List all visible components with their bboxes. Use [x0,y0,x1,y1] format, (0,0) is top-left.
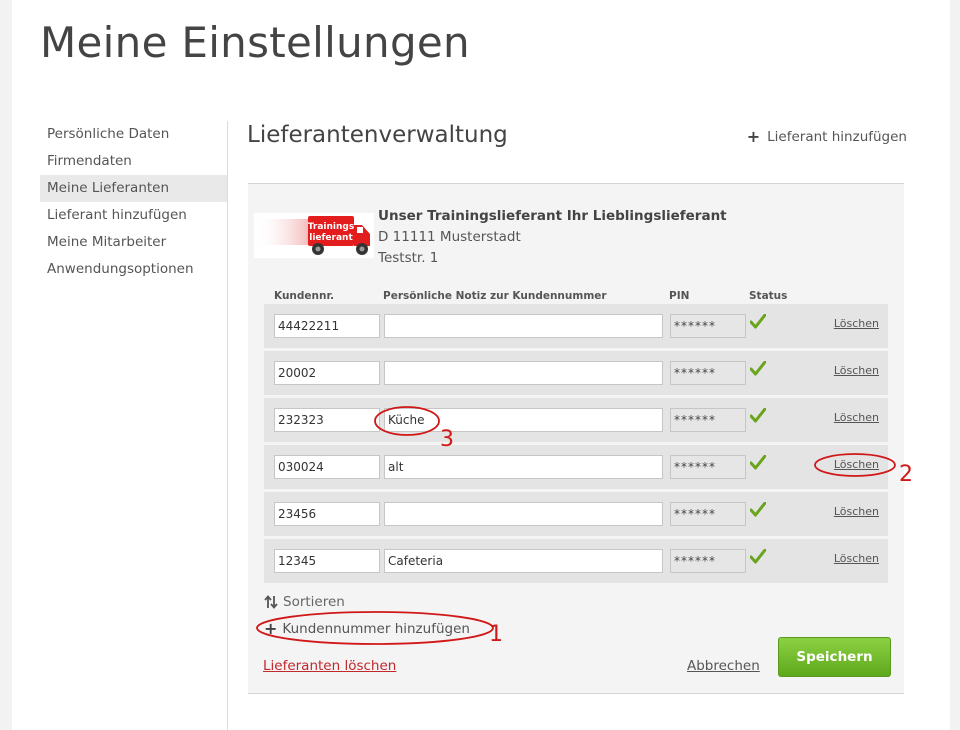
column-header-kundennr: Kundennr. [274,290,335,302]
supplier-address-line2: Teststr. 1 [378,250,439,266]
pin-field[interactable]: ****** [670,361,746,385]
add-supplier-label: Lieferant hinzufügen [767,128,907,145]
note-input[interactable]: Cafeteria [384,549,663,573]
supplier-info: Unser Trainingslieferant Ihr Lieblingsli… [378,206,727,269]
delete-link[interactable]: Löschen [834,458,879,471]
status-check-icon [750,549,766,564]
supplier-logo: Trainings lieferant [254,213,374,258]
sidebar-item-add-supplier[interactable]: Lieferant hinzufügen [40,202,227,229]
page-title: Meine Einstellungen [40,18,470,67]
pin-field[interactable]: ****** [670,408,746,432]
note-input[interactable] [384,314,663,338]
sort-link[interactable]: Sortieren [264,594,345,610]
table-row: 23456 ****** Löschen [264,492,888,536]
sidebar-divider [227,121,228,730]
supplier-panel: Trainings lieferant Unser Trainingsliefe… [248,183,904,694]
status-check-icon [750,314,766,329]
cancel-link[interactable]: Abbrechen [687,658,760,674]
status-check-icon [750,502,766,517]
delete-link[interactable]: Löschen [834,411,879,424]
customer-number-input[interactable]: 44422211 [274,314,380,338]
delete-link[interactable]: Löschen [834,317,879,330]
add-customer-number-link[interactable]: + Kundennummer hinzufügen [264,619,470,638]
pin-field[interactable]: ****** [670,549,746,573]
supplier-name: Unser Trainingslieferant Ihr Lieblingsli… [378,208,727,224]
plus-icon: + [746,127,761,146]
delete-link[interactable]: Löschen [834,505,879,518]
column-header-note: Persönliche Notiz zur Kundennummer [383,290,607,302]
table-row: 20002 ****** Löschen [264,351,888,395]
table-row: 232323 Küche ****** Löschen [264,398,888,442]
customer-number-input[interactable]: 030024 [274,455,380,479]
table-row: 030024 alt ****** Löschen [264,445,888,489]
customer-number-input[interactable]: 232323 [274,408,380,432]
delete-suppliers-link[interactable]: Lieferanten löschen [263,658,396,674]
settings-sidebar: Persönliche Daten Firmendaten Meine Lief… [40,121,227,283]
note-input[interactable] [384,502,663,526]
sort-icon [264,595,278,609]
pin-field[interactable]: ****** [670,455,746,479]
note-input[interactable]: alt [384,455,663,479]
add-supplier-link[interactable]: + Lieferant hinzufügen [747,127,907,146]
sidebar-item-my-employees[interactable]: Meine Mitarbeiter [40,229,227,256]
sidebar-item-application-options[interactable]: Anwendungsoptionen [40,256,227,283]
delete-link[interactable]: Löschen [834,364,879,377]
supplier-address-line1: D 11111 Musterstadt [378,229,521,245]
callout-number-2: 2 [899,462,913,487]
customer-number-input[interactable]: 20002 [274,361,380,385]
logo-text-line1: Trainings [308,222,354,232]
logo-text-line2: lieferant [309,233,353,243]
column-header-pin: PIN [669,290,690,302]
add-customer-number-label: Kundennummer hinzufügen [282,620,470,637]
settings-page: Meine Einstellungen Persönliche Daten Fi… [12,0,950,730]
sort-label: Sortieren [283,594,345,610]
sidebar-item-personal-data[interactable]: Persönliche Daten [40,121,227,148]
status-check-icon [750,361,766,376]
save-button[interactable]: Speichern [778,637,891,677]
sidebar-item-company-data[interactable]: Firmendaten [40,148,227,175]
callout-number-3: 3 [440,427,454,452]
logo-speed-trail [254,219,312,245]
status-check-icon [750,408,766,423]
section-title: Lieferantenverwaltung [247,122,508,148]
pin-field[interactable]: ****** [670,502,746,526]
callout-number-1: 1 [489,622,503,647]
column-header-status: Status [749,290,788,302]
pin-field[interactable]: ****** [670,314,746,338]
delete-link[interactable]: Löschen [834,552,879,565]
plus-icon: + [264,619,278,638]
sidebar-item-my-suppliers[interactable]: Meine Lieferanten [40,175,227,202]
customer-number-input[interactable]: 23456 [274,502,380,526]
customer-number-input[interactable]: 12345 [274,549,380,573]
note-input[interactable]: Küche [384,408,663,432]
note-input[interactable] [384,361,663,385]
table-row: 44422211 ****** Löschen [264,304,888,348]
table-row: 12345 Cafeteria ****** Löschen [264,539,888,583]
status-check-icon [750,455,766,470]
